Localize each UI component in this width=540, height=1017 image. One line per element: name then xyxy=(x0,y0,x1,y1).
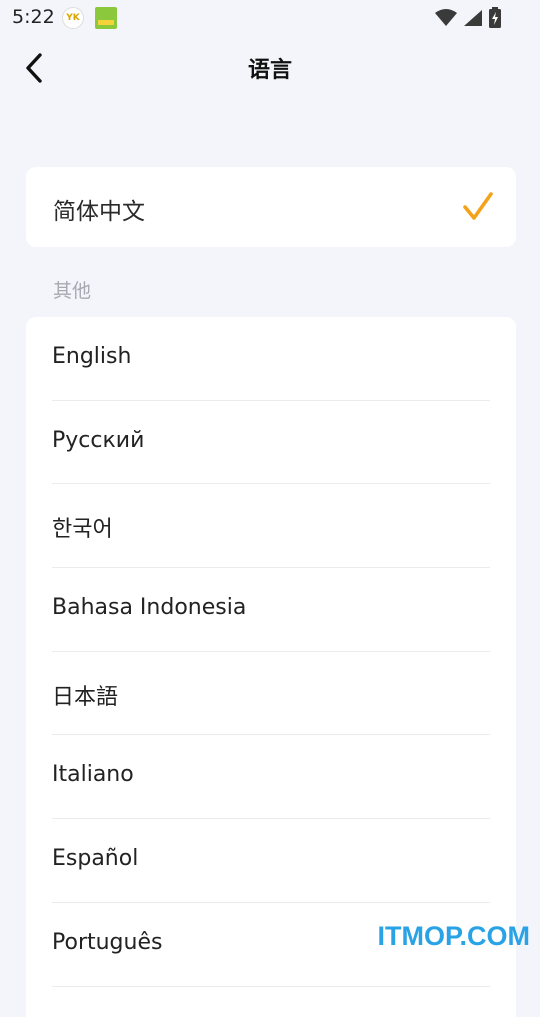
language-label: Português xyxy=(52,929,163,955)
language-option-japanese[interactable]: 日本語 xyxy=(52,652,490,736)
status-icons xyxy=(434,7,502,29)
language-option-indonesian[interactable]: Bahasa Indonesia xyxy=(52,568,490,652)
language-option-spanish[interactable]: Español xyxy=(52,819,490,903)
current-language-option[interactable]: 简体中文 xyxy=(26,167,516,247)
other-section-label: 其他 xyxy=(53,280,92,302)
app-notification-icon-2 xyxy=(95,7,117,29)
app-header: 语言 xyxy=(0,36,540,100)
watermark-logo: ITMOP.COM xyxy=(377,921,530,951)
app-notification-icon: YK xyxy=(62,7,84,29)
status-time: 5:22 xyxy=(12,6,55,28)
language-label: English xyxy=(52,344,132,369)
cellular-signal-icon xyxy=(464,10,482,26)
wifi-icon xyxy=(435,9,457,26)
language-option-russian[interactable]: Русский xyxy=(52,401,490,485)
current-language-label: 简体中文 xyxy=(53,199,145,225)
language-label: Italiano xyxy=(52,762,134,788)
language-option-italian[interactable]: Italiano xyxy=(52,735,490,820)
battery-icon xyxy=(489,7,501,28)
status-bar: 5:22 YK xyxy=(0,0,540,36)
language-label: 한국어 xyxy=(52,517,113,543)
language-label: Bahasa Indonesia xyxy=(52,595,247,621)
language-list: English Русский 한국어 Bahasa Indonesia 日本語… xyxy=(26,317,516,1017)
language-label: 日本語 xyxy=(52,684,119,710)
language-option-korean[interactable]: 한국어 xyxy=(52,484,490,569)
language-option-english[interactable]: English xyxy=(52,317,490,401)
page-title: 语言 xyxy=(247,58,292,83)
language-label: Русский xyxy=(52,427,145,453)
language-label: Español xyxy=(52,846,139,872)
checkmark-icon xyxy=(463,192,493,220)
